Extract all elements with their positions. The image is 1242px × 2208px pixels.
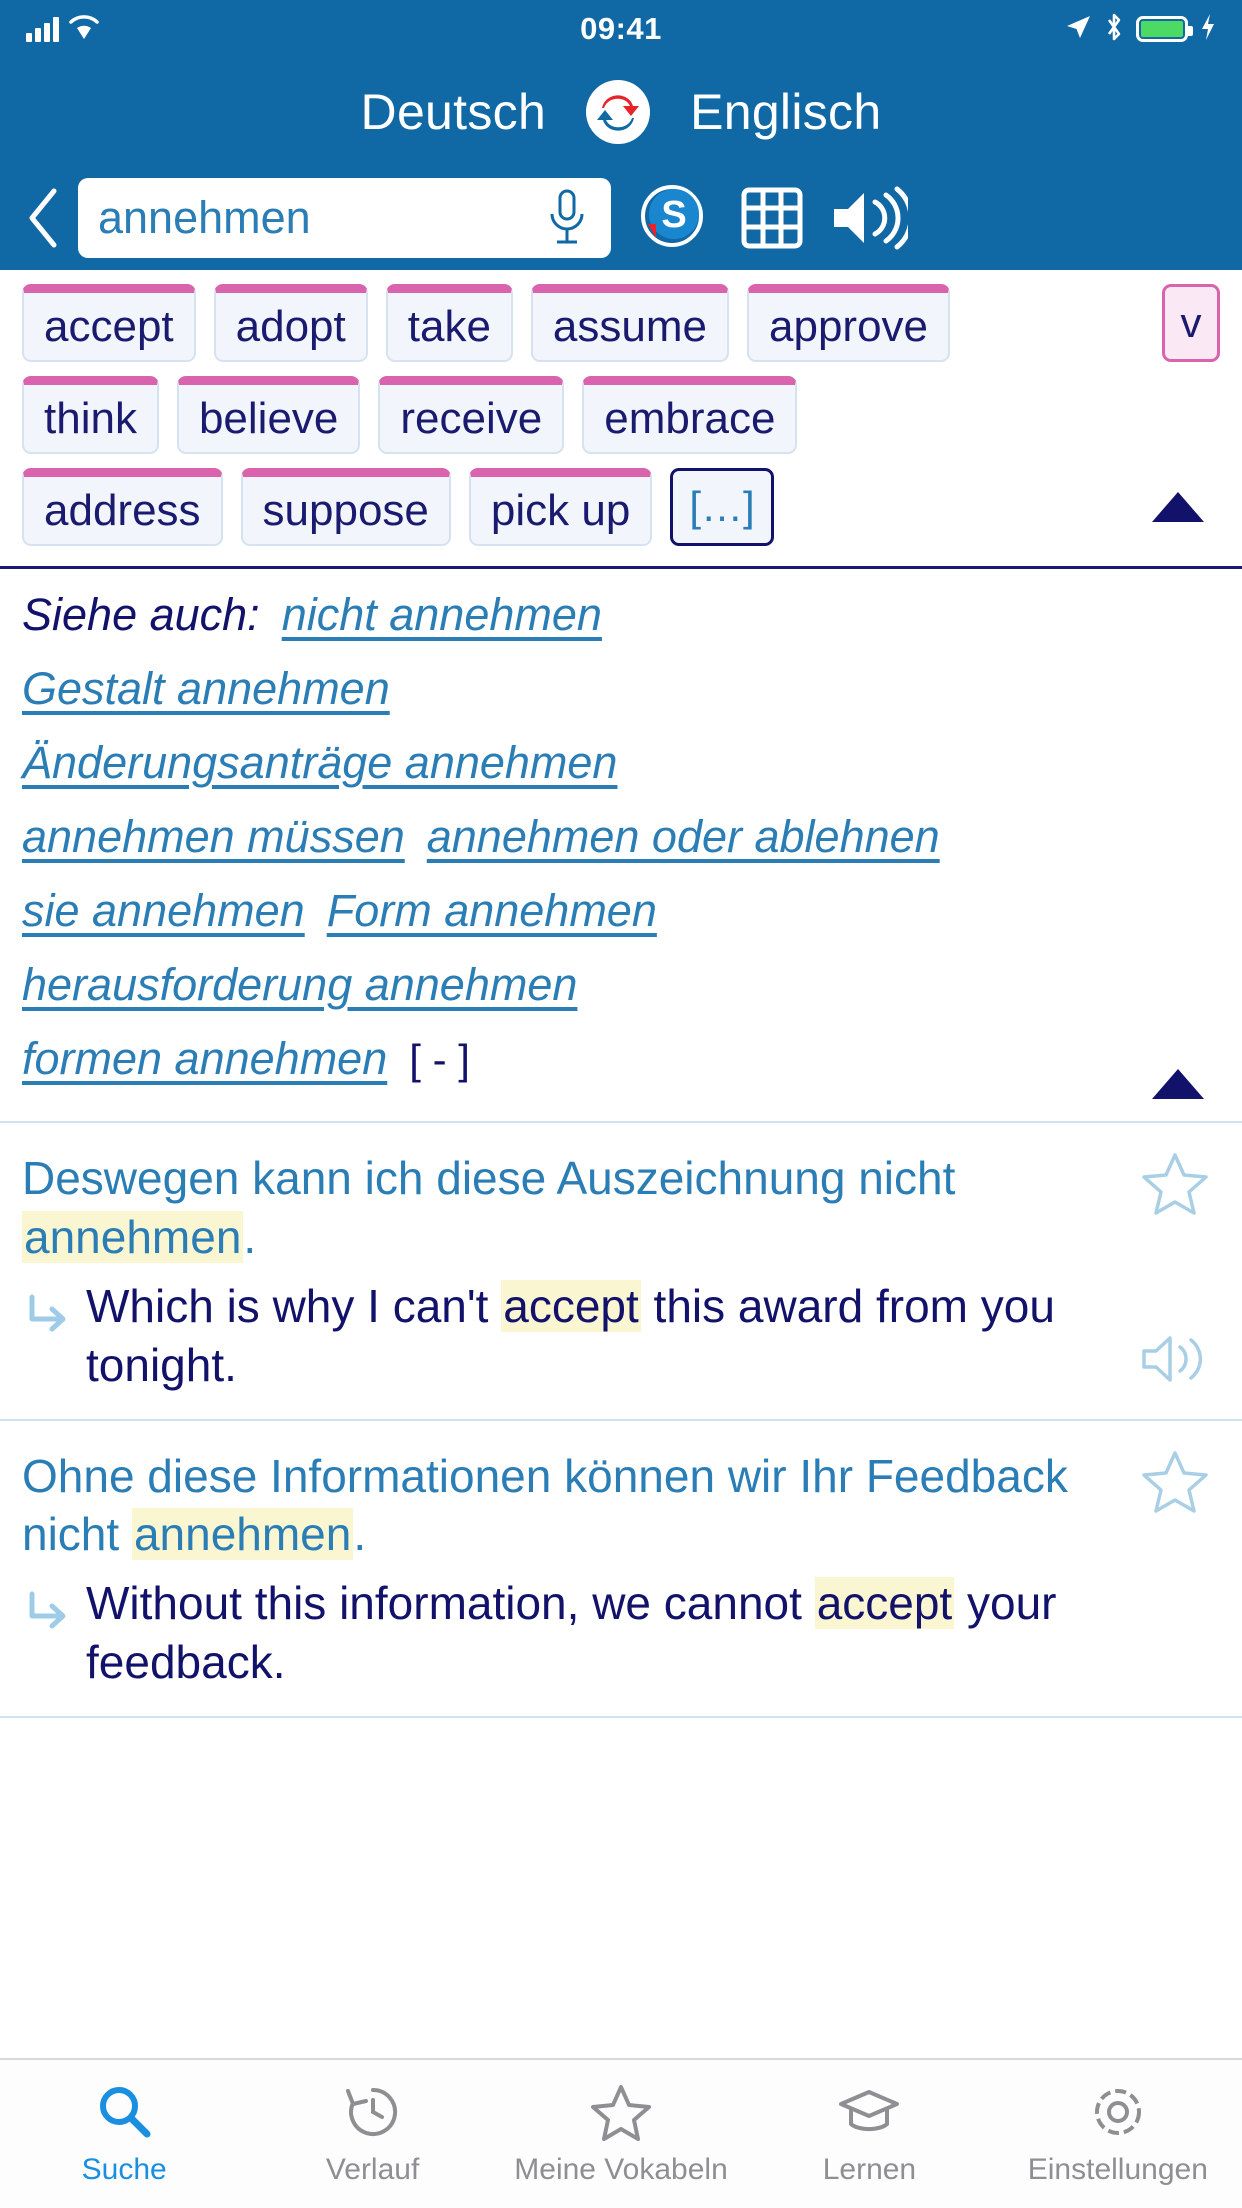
tab-label: Lernen [822, 2153, 917, 2186]
part-of-speech-chip[interactable]: v [1162, 284, 1220, 362]
tab-suche[interactable]: Suche [0, 2060, 248, 2208]
pronunciation-speaker-icon[interactable] [825, 175, 911, 261]
see-also-link[interactable]: Änderungsanträge annehmen [22, 737, 617, 789]
tab-meine-vokabeln[interactable]: Meine Vokabeln [497, 2060, 745, 2208]
collapse-triangle-icon[interactable] [1152, 1069, 1204, 1099]
see-also-link[interactable]: Form annehmen [327, 885, 657, 937]
translation-chip[interactable]: approve [747, 284, 951, 362]
translation-chip-row: address suppose pick up […] [0, 468, 1242, 546]
translation-chip[interactable]: pick up [468, 468, 653, 546]
source-highlight: annehmen [131, 1508, 354, 1561]
example-target-text: Without this information, we cannot acce… [78, 1574, 1110, 1692]
source-text-post: . [353, 1508, 367, 1561]
star-outline-icon [590, 2081, 652, 2143]
search-field-wrapper[interactable] [78, 178, 611, 258]
source-highlight: annehmen [22, 1210, 244, 1263]
app-root: 09:41 Deutsch Englisch annehmen S accept… [0, 0, 1242, 2208]
translation-arrow-icon [22, 1590, 78, 1643]
see-also-section: Siehe auch: nicht annehmen Gestalt anneh… [0, 569, 1242, 1123]
source-text-post: . [243, 1210, 257, 1263]
tab-label: Meine Vokabeln [514, 2153, 728, 2186]
see-also-link[interactable]: annehmen müssen [22, 811, 405, 863]
see-also-line: Änderungsanträge annehmen [22, 737, 1220, 789]
see-also-line: Siehe auch: nicht annehmen [22, 589, 1220, 641]
source-language-label[interactable]: Deutsch [361, 83, 547, 141]
language-selector-bar: Deutsch Englisch [0, 58, 1242, 166]
svg-text:S: S [661, 194, 686, 236]
graduation-cap-icon [837, 2081, 901, 2143]
tab-label: Verlauf [325, 2153, 420, 2186]
translation-chip-row: think believe receive embrace [0, 376, 1242, 454]
target-highlight: accept [501, 1279, 641, 1332]
see-also-link[interactable]: herausforderung annehmen [22, 959, 577, 1011]
see-also-link[interactable]: sie annehmen [22, 885, 305, 937]
see-also-line: annehmen müssen annehmen oder ablehnen [22, 811, 1220, 863]
translation-arrow-icon [22, 1293, 78, 1346]
tab-lernen[interactable]: Lernen [745, 2060, 993, 2208]
favorite-star-icon[interactable] [1142, 1449, 1208, 1518]
see-also-link[interactable]: formen annehmen [22, 1033, 387, 1085]
status-bar-clock: 09:41 [580, 11, 662, 46]
translation-chip[interactable]: receive [378, 376, 565, 454]
collapse-triangle-icon[interactable] [1152, 492, 1204, 522]
translation-chip[interactable]: accept [22, 284, 196, 362]
skype-translator-icon[interactable]: S [629, 175, 715, 261]
tab-verlauf[interactable]: Verlauf [248, 2060, 496, 2208]
example-source-text: Deswegen kann ich diese Auszeichnung nic… [22, 1149, 1220, 1267]
see-also-line: Gestalt annehmen [22, 663, 1220, 715]
search-row: S [0, 166, 1242, 270]
see-also-dash: [ - ] [409, 1036, 470, 1083]
target-text-pre: Which is why I can't [86, 1279, 502, 1332]
battery-icon [1136, 16, 1193, 42]
example-target-row: Which is why I can't accept this award f… [22, 1277, 1220, 1395]
back-chevron-icon[interactable] [12, 183, 74, 253]
example-target-row: Without this information, we cannot acce… [22, 1574, 1220, 1692]
see-also-line: herausforderung annehmen [22, 959, 1220, 1011]
microphone-icon[interactable] [539, 183, 595, 253]
tab-einstellungen[interactable]: Einstellungen [994, 2060, 1242, 2208]
see-also-link[interactable]: Gestalt annehmen [22, 663, 390, 715]
see-also-line: formen annehmen [ - ] [22, 1033, 1220, 1085]
target-language-label[interactable]: Englisch [690, 83, 881, 141]
translation-chip[interactable]: embrace [582, 376, 798, 454]
see-also-label: Siehe auch: [22, 589, 260, 640]
conjugation-table-icon[interactable] [729, 175, 815, 261]
example-sentence-item: Deswegen kann ich diese Auszeichnung nic… [0, 1123, 1242, 1421]
see-also-line: sie annehmen Form annehmen [22, 885, 1220, 937]
swap-languages-icon[interactable] [586, 80, 651, 144]
search-input[interactable] [98, 192, 539, 244]
favorite-star-icon[interactable] [1142, 1151, 1208, 1220]
more-translations-chip[interactable]: […] [670, 468, 774, 546]
bottom-tab-bar: Suche Verlauf Meine Vokabeln Lernen Eins… [0, 2058, 1242, 2208]
translation-chip[interactable]: take [385, 284, 513, 362]
translation-chip[interactable]: assume [530, 284, 729, 362]
translation-chip[interactable]: believe [176, 376, 361, 454]
translation-chip-row: accept adopt take assume approve v [0, 284, 1242, 362]
source-text-pre: Deswegen kann ich diese Auszeichnung nic… [22, 1152, 956, 1204]
gear-icon [1088, 2081, 1148, 2143]
translation-chip[interactable]: think [22, 376, 159, 454]
translations-panel: accept adopt take assume approve v think… [0, 270, 1242, 569]
tab-label: Suche [81, 2153, 167, 2186]
target-highlight: accept [814, 1577, 955, 1630]
play-audio-icon[interactable] [1140, 1330, 1210, 1393]
example-sentences-list: Deswegen kann ich diese Auszeichnung nic… [0, 1123, 1242, 2058]
see-also-link[interactable]: annehmen oder ablehnen [427, 811, 940, 863]
magnifier-icon [94, 2081, 154, 2143]
target-text-pre: Without this information, we cannot [86, 1577, 815, 1630]
example-source-text: Ohne diese Informationen können wir Ihr … [22, 1447, 1220, 1565]
translation-chip[interactable]: adopt [213, 284, 368, 362]
status-bar: 09:41 [0, 0, 1242, 58]
see-also-link[interactable]: nicht annehmen [282, 589, 602, 641]
translation-chip[interactable]: suppose [240, 468, 451, 546]
translation-chip[interactable]: address [22, 468, 223, 546]
app-header: 09:41 Deutsch Englisch annehmen S [0, 0, 1242, 270]
example-sentence-item: Ohne diese Informationen können wir Ihr … [0, 1421, 1242, 1718]
example-target-text: Which is why I can't accept this award f… [78, 1277, 1110, 1395]
tab-label: Einstellungen [1027, 2153, 1208, 2186]
history-clock-icon [344, 2081, 402, 2143]
